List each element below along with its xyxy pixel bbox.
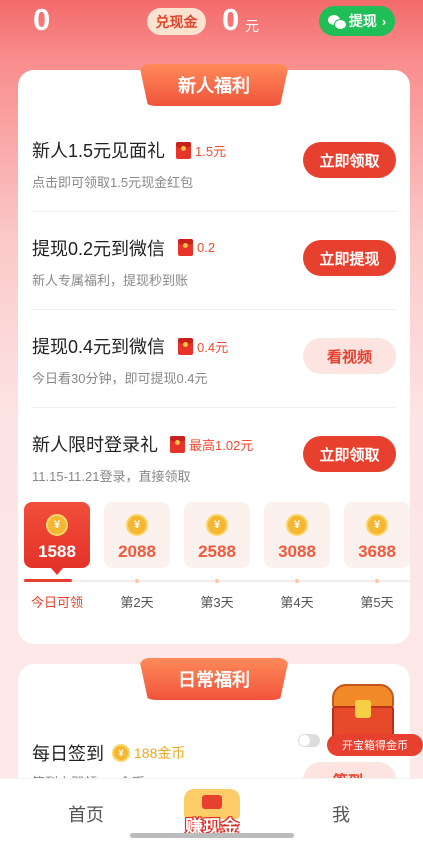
nav-me[interactable]: 我 (332, 801, 350, 827)
day-label: 第4天 (280, 595, 314, 610)
reminder-toggle[interactable] (298, 734, 320, 747)
checkin-title: 每日签到 (32, 744, 104, 764)
day-card-active[interactable]: ¥ 1588 (24, 502, 90, 575)
withdraw-button[interactable]: 提现 › (319, 6, 395, 36)
day-box: ¥ 3088 (264, 502, 330, 568)
day-amount: 3688 (358, 542, 396, 561)
task-subtitle: 点击即可领取1.5元现金红包 (32, 175, 194, 190)
day-amount: 3088 (278, 542, 316, 561)
gold-coin-icon: ¥ (126, 514, 148, 536)
day-box: ¥ 2588 (184, 502, 250, 568)
task-title: 新人限时登录礼 (32, 435, 158, 455)
bottom-nav: 首页 赚现金 我 (0, 778, 423, 841)
red-packet-icon (170, 436, 185, 453)
login-day-strip: ¥ 1588 ¥ 2088 ¥ 2588 ¥ 3088 ¥ 3688 今日可领 … (24, 502, 416, 632)
gold-coin-icon: ¥ (112, 744, 130, 762)
exchange-cash-button[interactable]: 兑现金 (147, 8, 206, 35)
red-packet-icon (178, 239, 193, 256)
home-indicator (130, 833, 294, 838)
task-row: 提现0.2元到微信 0.2 新人专属福利，提现秒到账 立即提现 (18, 212, 410, 310)
task-reward-amount: 1.5元 (195, 144, 227, 159)
day-box: ¥ 3688 (344, 502, 410, 568)
day-card[interactable]: ¥ 2088 (104, 502, 170, 568)
day-box: ¥ 2088 (104, 502, 170, 568)
task-row: 新人1.5元见面礼 1.5元 点击即可领取1.5元现金红包 立即领取 (18, 114, 410, 212)
day-label: 第2天 (120, 595, 154, 610)
claim-button[interactable]: 立即领取 (303, 142, 396, 178)
task-reward: 1.5元 (176, 141, 226, 160)
cash-unit: 元 (245, 18, 259, 34)
claim-button[interactable]: 立即领取 (303, 436, 396, 472)
wechat-icon (327, 14, 347, 30)
day-label: 第3天 (200, 595, 234, 610)
task-subtitle: 11.15-11.21登录，直接领取 (32, 469, 191, 484)
newbie-ribbon-title: 新人福利 (139, 64, 289, 106)
day-card[interactable]: ¥ 2588 (184, 502, 250, 568)
checkin-reward-amount: 188金币 (134, 745, 186, 761)
task-reward-amount: 0.2 (197, 240, 216, 255)
red-packet-icon (176, 142, 191, 159)
nav-earn-cash[interactable]: 赚现金 (176, 787, 248, 839)
red-packet-icon (178, 338, 193, 355)
day-amount: 1588 (38, 542, 76, 561)
newbie-welfare-card: 新人福利 新人1.5元见面礼 1.5元 点击即可领取1.5元现金红包 立即领取 … (18, 64, 416, 644)
withdraw-label: 提现 (348, 13, 377, 29)
gold-coin-icon: ¥ (46, 514, 68, 536)
daily-ribbon-title: 日常福利 (139, 658, 289, 700)
day-card[interactable]: ¥ 3088 (264, 502, 330, 568)
task-subtitle: 今日看30分钟，即可提现0.4元 (32, 371, 208, 386)
day-label: 第5天 (360, 595, 394, 610)
cash-balance: 0 (222, 2, 240, 37)
progress-dot (135, 579, 139, 583)
day-amount: 2588 (198, 542, 236, 561)
gold-coin-icon: ¥ (206, 514, 228, 536)
task-reward: 0.4元 (178, 337, 228, 356)
progress-dot (375, 579, 379, 583)
gold-coin-icon: ¥ (366, 514, 388, 536)
task-reward-amount: 0.4元 (197, 340, 229, 355)
gold-coin-icon: ¥ (286, 514, 308, 536)
task-reward: 最高1.02元 (170, 435, 253, 454)
progress-fill (24, 579, 72, 582)
watch-video-button[interactable]: 看视频 (303, 338, 396, 374)
day-label: 今日可领 (30, 595, 83, 610)
checkin-reward: ¥ 188金币 (112, 743, 185, 763)
day-amount: 2088 (118, 542, 156, 561)
task-title: 新人1.5元见面礼 (32, 141, 166, 161)
progress-dot (295, 579, 299, 583)
day-box: ¥ 1588 (24, 502, 90, 575)
task-row: 提现0.4元到微信 0.4元 今日看30分钟，即可提现0.4元 看视频 (18, 310, 410, 408)
task-reward-amount: 最高1.02元 (189, 438, 254, 453)
open-chest-label[interactable]: 开宝箱得金币 (327, 734, 423, 756)
task-row: 新人限时登录礼 最高1.02元 11.15-11.21登录，直接领取 立即领取 (18, 408, 410, 506)
task-title: 提现0.4元到微信 (32, 337, 166, 357)
withdraw-now-button[interactable]: 立即提现 (303, 240, 396, 276)
day-card[interactable]: ¥ 3688 (344, 502, 410, 568)
task-reward: 0.2 (178, 239, 215, 256)
nav-home[interactable]: 首页 (68, 801, 104, 827)
coin-balance: 0 (33, 2, 51, 37)
chevron-right-icon: › (381, 13, 387, 29)
top-bar: 0 兑现金 0 元 提现 › (0, 0, 423, 44)
task-subtitle: 新人专属福利，提现秒到账 (32, 273, 189, 288)
progress-dot (215, 579, 219, 583)
progress-track (24, 580, 416, 582)
chest-lock (355, 700, 371, 718)
task-title: 提现0.2元到微信 (32, 239, 166, 259)
